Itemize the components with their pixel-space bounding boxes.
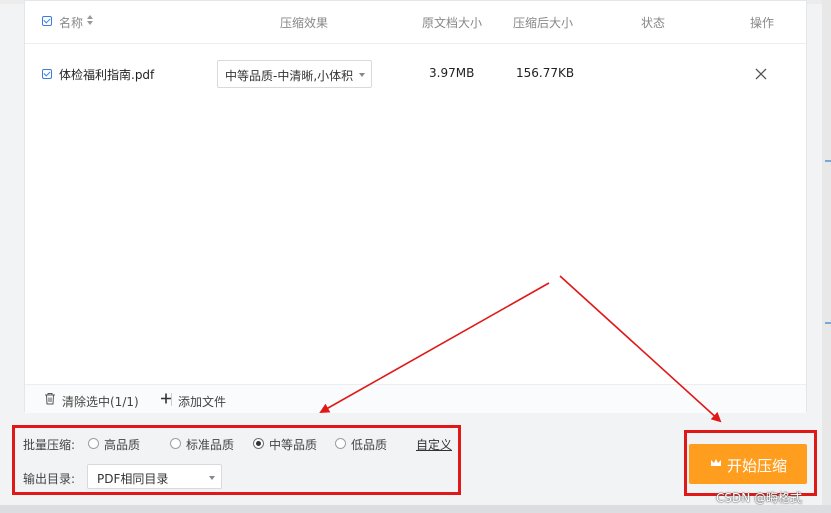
- arrow-to-start: [559, 275, 722, 423]
- watermark: CSDN @晦格式: [716, 491, 803, 505]
- annotation-arrows: [319, 275, 722, 423]
- bottom-edge: [0, 505, 831, 513]
- arrow-to-options: [319, 282, 550, 413]
